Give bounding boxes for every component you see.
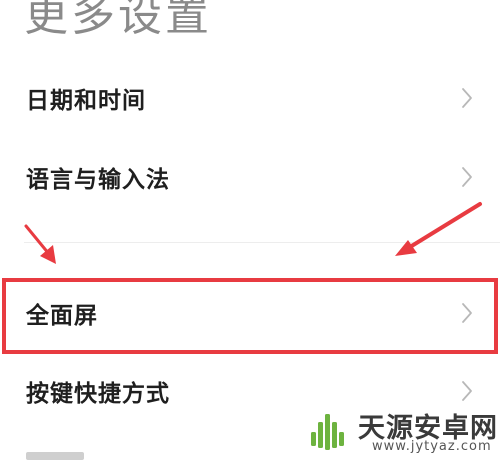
chevron-right-icon <box>462 167 472 187</box>
chevron-right-icon <box>462 381 472 401</box>
settings-item-label: 语言与输入法 <box>26 167 170 193</box>
settings-item-label: 日期和时间 <box>26 88 146 114</box>
settings-item-date-time[interactable]: 日期和时间 <box>0 58 500 138</box>
settings-item-label: 按键快捷方式 <box>26 381 170 407</box>
section-divider <box>24 242 500 243</box>
chevron-right-icon <box>462 88 472 108</box>
next-item-partial <box>26 452 84 460</box>
settings-item-language-input[interactable]: 语言与输入法 <box>0 137 500 217</box>
highlight-box <box>2 278 498 354</box>
watermark: 天源安卓网 www.jytyaz.com <box>308 406 500 460</box>
watermark-logo-icon <box>311 414 344 450</box>
page-title: 更多设置 <box>24 0 212 41</box>
watermark-url: www.jytyaz.com <box>372 439 492 454</box>
